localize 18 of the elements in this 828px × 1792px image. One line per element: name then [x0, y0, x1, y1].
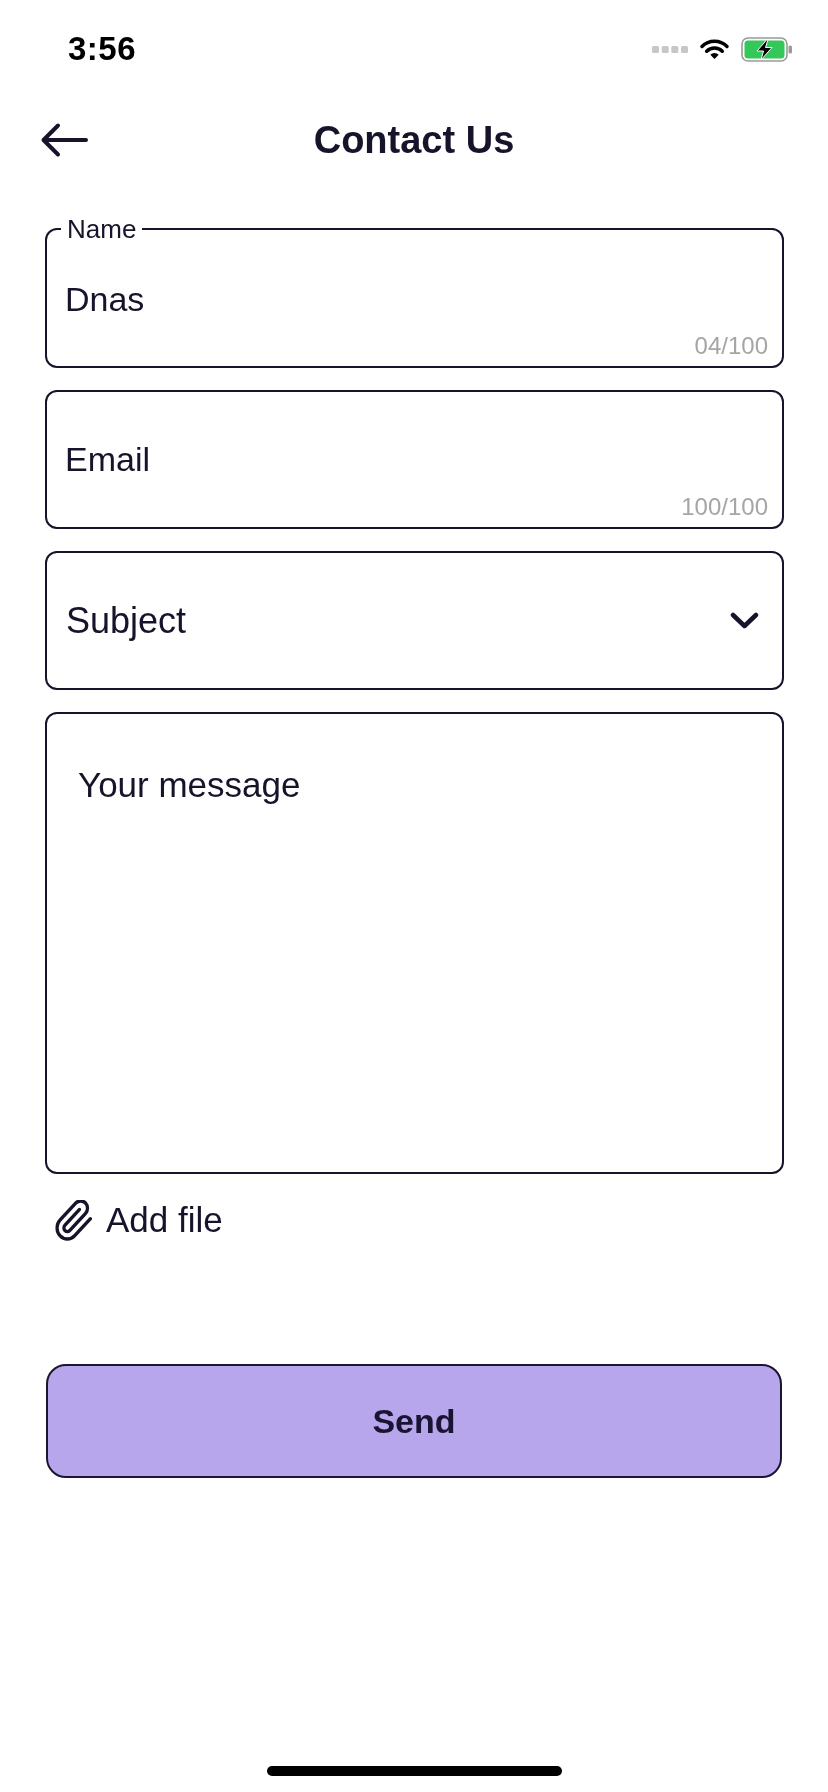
- chevron-down-icon: [730, 612, 759, 629]
- character-counter: 04/100: [694, 332, 768, 360]
- dropdown[interactable]: Subject: [45, 551, 784, 690]
- text-area[interactable]: Your message: [45, 712, 784, 1174]
- page-title: Contact Us: [313, 118, 515, 162]
- battery-charging-icon: [741, 36, 793, 62]
- paperclip-icon: [55, 1199, 92, 1241]
- arrow-left-icon: [40, 122, 88, 158]
- send-button[interactable]: Send: [46, 1364, 782, 1478]
- back-button[interactable]: [40, 122, 88, 158]
- status-time: 3:56: [68, 30, 137, 68]
- text-input[interactable]: Email: [65, 439, 768, 479]
- character-counter: 100/100: [681, 493, 768, 521]
- text-input[interactable]: Dnas: [65, 279, 768, 319]
- wifi-icon: [699, 38, 730, 60]
- signal-icon: [652, 45, 688, 53]
- field-label: Name: [66, 215, 138, 243]
- add-file-button[interactable]: Add file: [45, 1196, 223, 1244]
